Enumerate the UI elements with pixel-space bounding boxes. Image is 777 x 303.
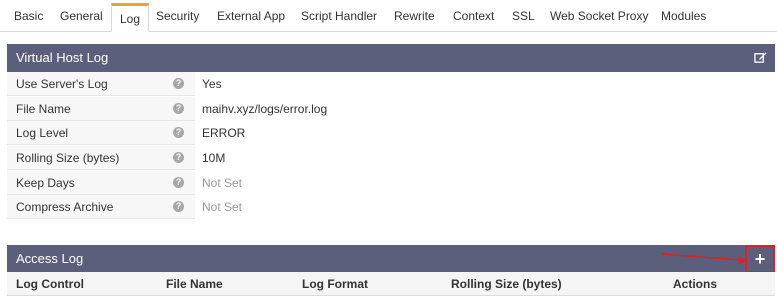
row-rolling-size: Rolling Size (bytes) ? 10M [7, 146, 775, 170]
field-label: Keep Days [16, 176, 75, 190]
panel-title: Virtual Host Log [16, 50, 109, 65]
tab-security[interactable]: Security [156, 0, 199, 32]
help-icon[interactable]: ? [173, 177, 184, 188]
field-value: Not Set [202, 176, 243, 190]
field-label: Use Server's Log [16, 77, 108, 91]
help-icon[interactable]: ? [173, 152, 184, 163]
row-log-level: Log Level ? ERROR [7, 121, 775, 145]
tab-rewrite[interactable]: Rewrite [394, 0, 435, 32]
tab-basic[interactable]: Basic [14, 0, 43, 32]
column-header: Log Format [302, 277, 368, 291]
column-header: Log Control [16, 277, 84, 291]
tab-web-socket-proxy[interactable]: Web Socket Proxy [550, 0, 648, 32]
tab-bar: Basic General Log Security External App … [0, 0, 777, 32]
row-use-servers-log: Use Server's Log ? Yes [7, 72, 775, 96]
row-compress-archive: Compress Archive ? Not Set [7, 195, 775, 219]
help-icon[interactable]: ? [173, 78, 184, 89]
field-label: Compress Archive [16, 200, 114, 214]
help-icon[interactable]: ? [173, 127, 184, 138]
column-header: Rolling Size (bytes) [451, 277, 562, 291]
field-label: Rolling Size (bytes) [16, 151, 120, 165]
field-value: Not Set [202, 200, 243, 214]
tab-context[interactable]: Context [453, 0, 494, 32]
field-value-cell: Not Set [195, 171, 775, 195]
row-file-name: File Name ? maihv.xyz/logs/error.log [7, 97, 775, 121]
field-value: maihv.xyz/logs/error.log [202, 102, 328, 116]
field-value-cell: Yes [195, 72, 775, 96]
panel-title: Access Log [16, 251, 84, 266]
field-value-cell: maihv.xyz/logs/error.log [195, 97, 775, 121]
plus-icon: + [754, 249, 766, 269]
field-value: Yes [202, 77, 222, 91]
tab-general[interactable]: General [60, 0, 103, 32]
edit-icon[interactable] [754, 51, 767, 64]
row-keep-days: Keep Days ? Not Set [7, 171, 775, 195]
tab-log[interactable]: Log [111, 3, 150, 32]
help-icon[interactable]: ? [173, 201, 184, 212]
field-value: ERROR [202, 126, 246, 140]
column-header: File Name [166, 277, 223, 291]
tab-script-handler[interactable]: Script Handler [301, 0, 377, 32]
field-value-cell: Not Set [195, 195, 775, 219]
field-value-cell: ERROR [195, 121, 775, 145]
annotation-arrow [661, 253, 748, 264]
tab-modules[interactable]: Modules [661, 0, 706, 32]
field-value: 10M [202, 151, 226, 165]
tab-external-app[interactable]: External App [217, 0, 285, 32]
add-access-log-button[interactable]: + [745, 245, 775, 273]
access-log-table-header [7, 272, 775, 296]
virtual-host-log-header: Virtual Host Log [7, 44, 775, 72]
field-label: File Name [16, 102, 71, 116]
column-header: Actions [673, 277, 718, 291]
tab-ssl[interactable]: SSL [512, 0, 535, 32]
field-value-cell: 10M [195, 146, 775, 170]
help-icon[interactable]: ? [173, 103, 184, 114]
field-label: Log Level [16, 126, 69, 140]
